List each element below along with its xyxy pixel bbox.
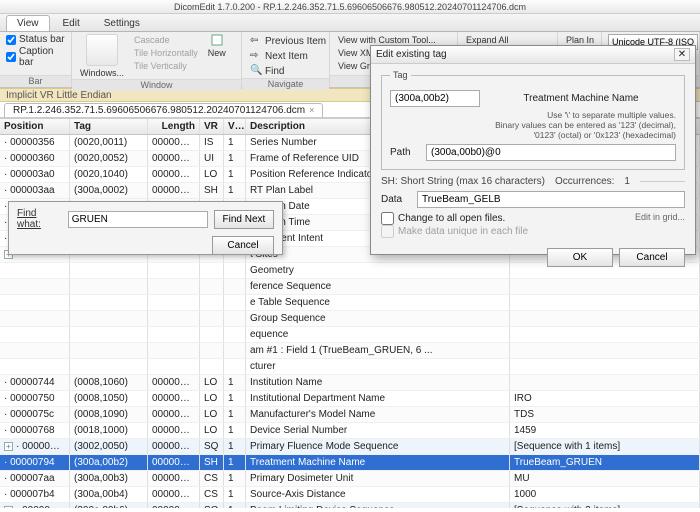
prev-item-button[interactable]: ⇦Previous Item (248, 34, 328, 48)
dialog-title: Edit existing tag (376, 49, 447, 60)
data-label: Data (381, 194, 411, 205)
col-vr[interactable]: VR (200, 119, 224, 134)
document-tab[interactable]: RP.1.2.246.352.71.5.69606506676.980512.2… (4, 103, 323, 117)
captionbar-check[interactable]: Caption bar (6, 46, 65, 68)
tag-id-input[interactable] (390, 90, 480, 107)
table-row[interactable]: · 000007aa(300a,00b3)00000002CS1Primary … (0, 471, 700, 487)
col-vm[interactable]: VM (224, 119, 246, 134)
col-position[interactable]: Position (0, 119, 70, 134)
table-row[interactable]: ference Sequence (0, 279, 700, 295)
table-row[interactable]: Group Sequence (0, 311, 700, 327)
tab-view[interactable]: View (6, 15, 50, 31)
col-tag[interactable]: Tag (70, 119, 148, 134)
unique-each-file-check: Make data unique in each file (381, 225, 629, 238)
dialog-close-button[interactable]: ✕ (674, 48, 690, 61)
titlebar: DicomEdit 1.7.0.200 - RP.1.2.246.352.71.… (0, 0, 700, 14)
table-row[interactable]: cturer (0, 359, 700, 375)
close-icon[interactable]: × (309, 105, 314, 115)
cancel-button[interactable]: Cancel (619, 248, 685, 267)
main-tabs: View Edit Settings (0, 14, 700, 32)
captionbar-label: Caption bar (19, 46, 65, 68)
find-dialog: Find what: Find Next Cancel (8, 201, 283, 255)
path-label: Path (390, 147, 420, 158)
transfer-syntax-label: Implicit VR Little Endian (6, 90, 112, 101)
find-cancel-button[interactable]: Cancel (212, 236, 274, 255)
find-label: Find what: (17, 208, 62, 230)
find-button[interactable]: 🔍Find (248, 64, 328, 78)
table-row[interactable]: · 0000075c(0008,1090)00000004LO1Manufact… (0, 407, 700, 423)
cascade-button[interactable]: Cascade (132, 34, 200, 46)
statusbar-check[interactable]: Status bar (6, 34, 65, 45)
col-length[interactable]: Length (148, 119, 200, 134)
table-row[interactable]: · 00000794(300a,00b2)0000000ESH1Treatmen… (0, 455, 700, 471)
arrow-right-icon: ⇨ (250, 50, 262, 62)
table-row[interactable]: e Table Sequence (0, 295, 700, 311)
tree-toggle-icon[interactable]: + (4, 442, 13, 451)
tree-toggle-icon[interactable]: + (4, 506, 13, 508)
window-title: DicomEdit 1.7.0.200 - RP.1.2.246.352.71.… (174, 2, 526, 12)
windows-button[interactable]: Windows... (78, 67, 126, 79)
tag-hint: Use '\' to separate multiple values. Bin… (390, 111, 676, 140)
next-item-button[interactable]: ⇨Next Item (248, 49, 328, 63)
table-row[interactable]: am #1 : Field 1 (TrueBeam_GRUEN, 6 ... (0, 343, 700, 359)
group-bar: Bar (0, 75, 71, 87)
windows-icon[interactable] (86, 34, 118, 66)
occurrences-value: 1 (624, 176, 630, 187)
occurrences-label: Occurrences: (555, 176, 614, 187)
search-icon: 🔍 (250, 65, 262, 77)
find-input[interactable] (68, 211, 208, 228)
sh-type-label: SH: Short String (max 16 characters) (381, 176, 545, 187)
ok-button[interactable]: OK (547, 248, 613, 267)
statusbar-label: Status bar (19, 34, 65, 45)
new-window-icon (211, 34, 223, 46)
data-input[interactable] (417, 191, 685, 208)
find-next-button[interactable]: Find Next (214, 210, 274, 229)
edit-in-grid-link[interactable]: Edit in grid... (635, 212, 685, 222)
change-all-files-check[interactable]: Change to all open files. (381, 212, 629, 225)
tag-name-label: Treatment Machine Name (486, 93, 676, 104)
table-row[interactable]: +· 00000774(3002,0050)00000018SQ1Primary… (0, 439, 700, 455)
table-row[interactable]: · 00000744(0008,1060)00000004LO1Institut… (0, 375, 700, 391)
table-row[interactable]: · 000007b4(300a,00b4)00000006CS1Source-A… (0, 487, 700, 503)
table-row[interactable]: +· 000007c0(300a,00b6)0000015ASQ1Beam Li… (0, 503, 700, 508)
path-input[interactable] (426, 144, 676, 161)
tab-settings[interactable]: Settings (93, 15, 151, 31)
group-navigate: Navigate (242, 78, 329, 90)
document-tab-label: RP.1.2.246.352.71.5.69606506676.980512.2… (13, 105, 305, 116)
arrow-left-icon: ⇦ (250, 35, 262, 47)
table-row[interactable]: · 00000768(0018,1000)00000004LO1Device S… (0, 423, 700, 439)
new-window-button[interactable]: New (206, 47, 228, 59)
table-row[interactable]: equence (0, 327, 700, 343)
tag-legend: Tag (390, 70, 411, 80)
tab-edit[interactable]: Edit (52, 15, 91, 31)
tile-vert-button[interactable]: Tile Vertically (132, 60, 200, 72)
tile-horiz-button[interactable]: Tile Horizontally (132, 47, 200, 59)
edit-tag-dialog: Edit existing tag ✕ Tag Treatment Machin… (370, 45, 696, 255)
table-row[interactable]: · 00000750(0008,1050)00000018LO1Institut… (0, 391, 700, 407)
